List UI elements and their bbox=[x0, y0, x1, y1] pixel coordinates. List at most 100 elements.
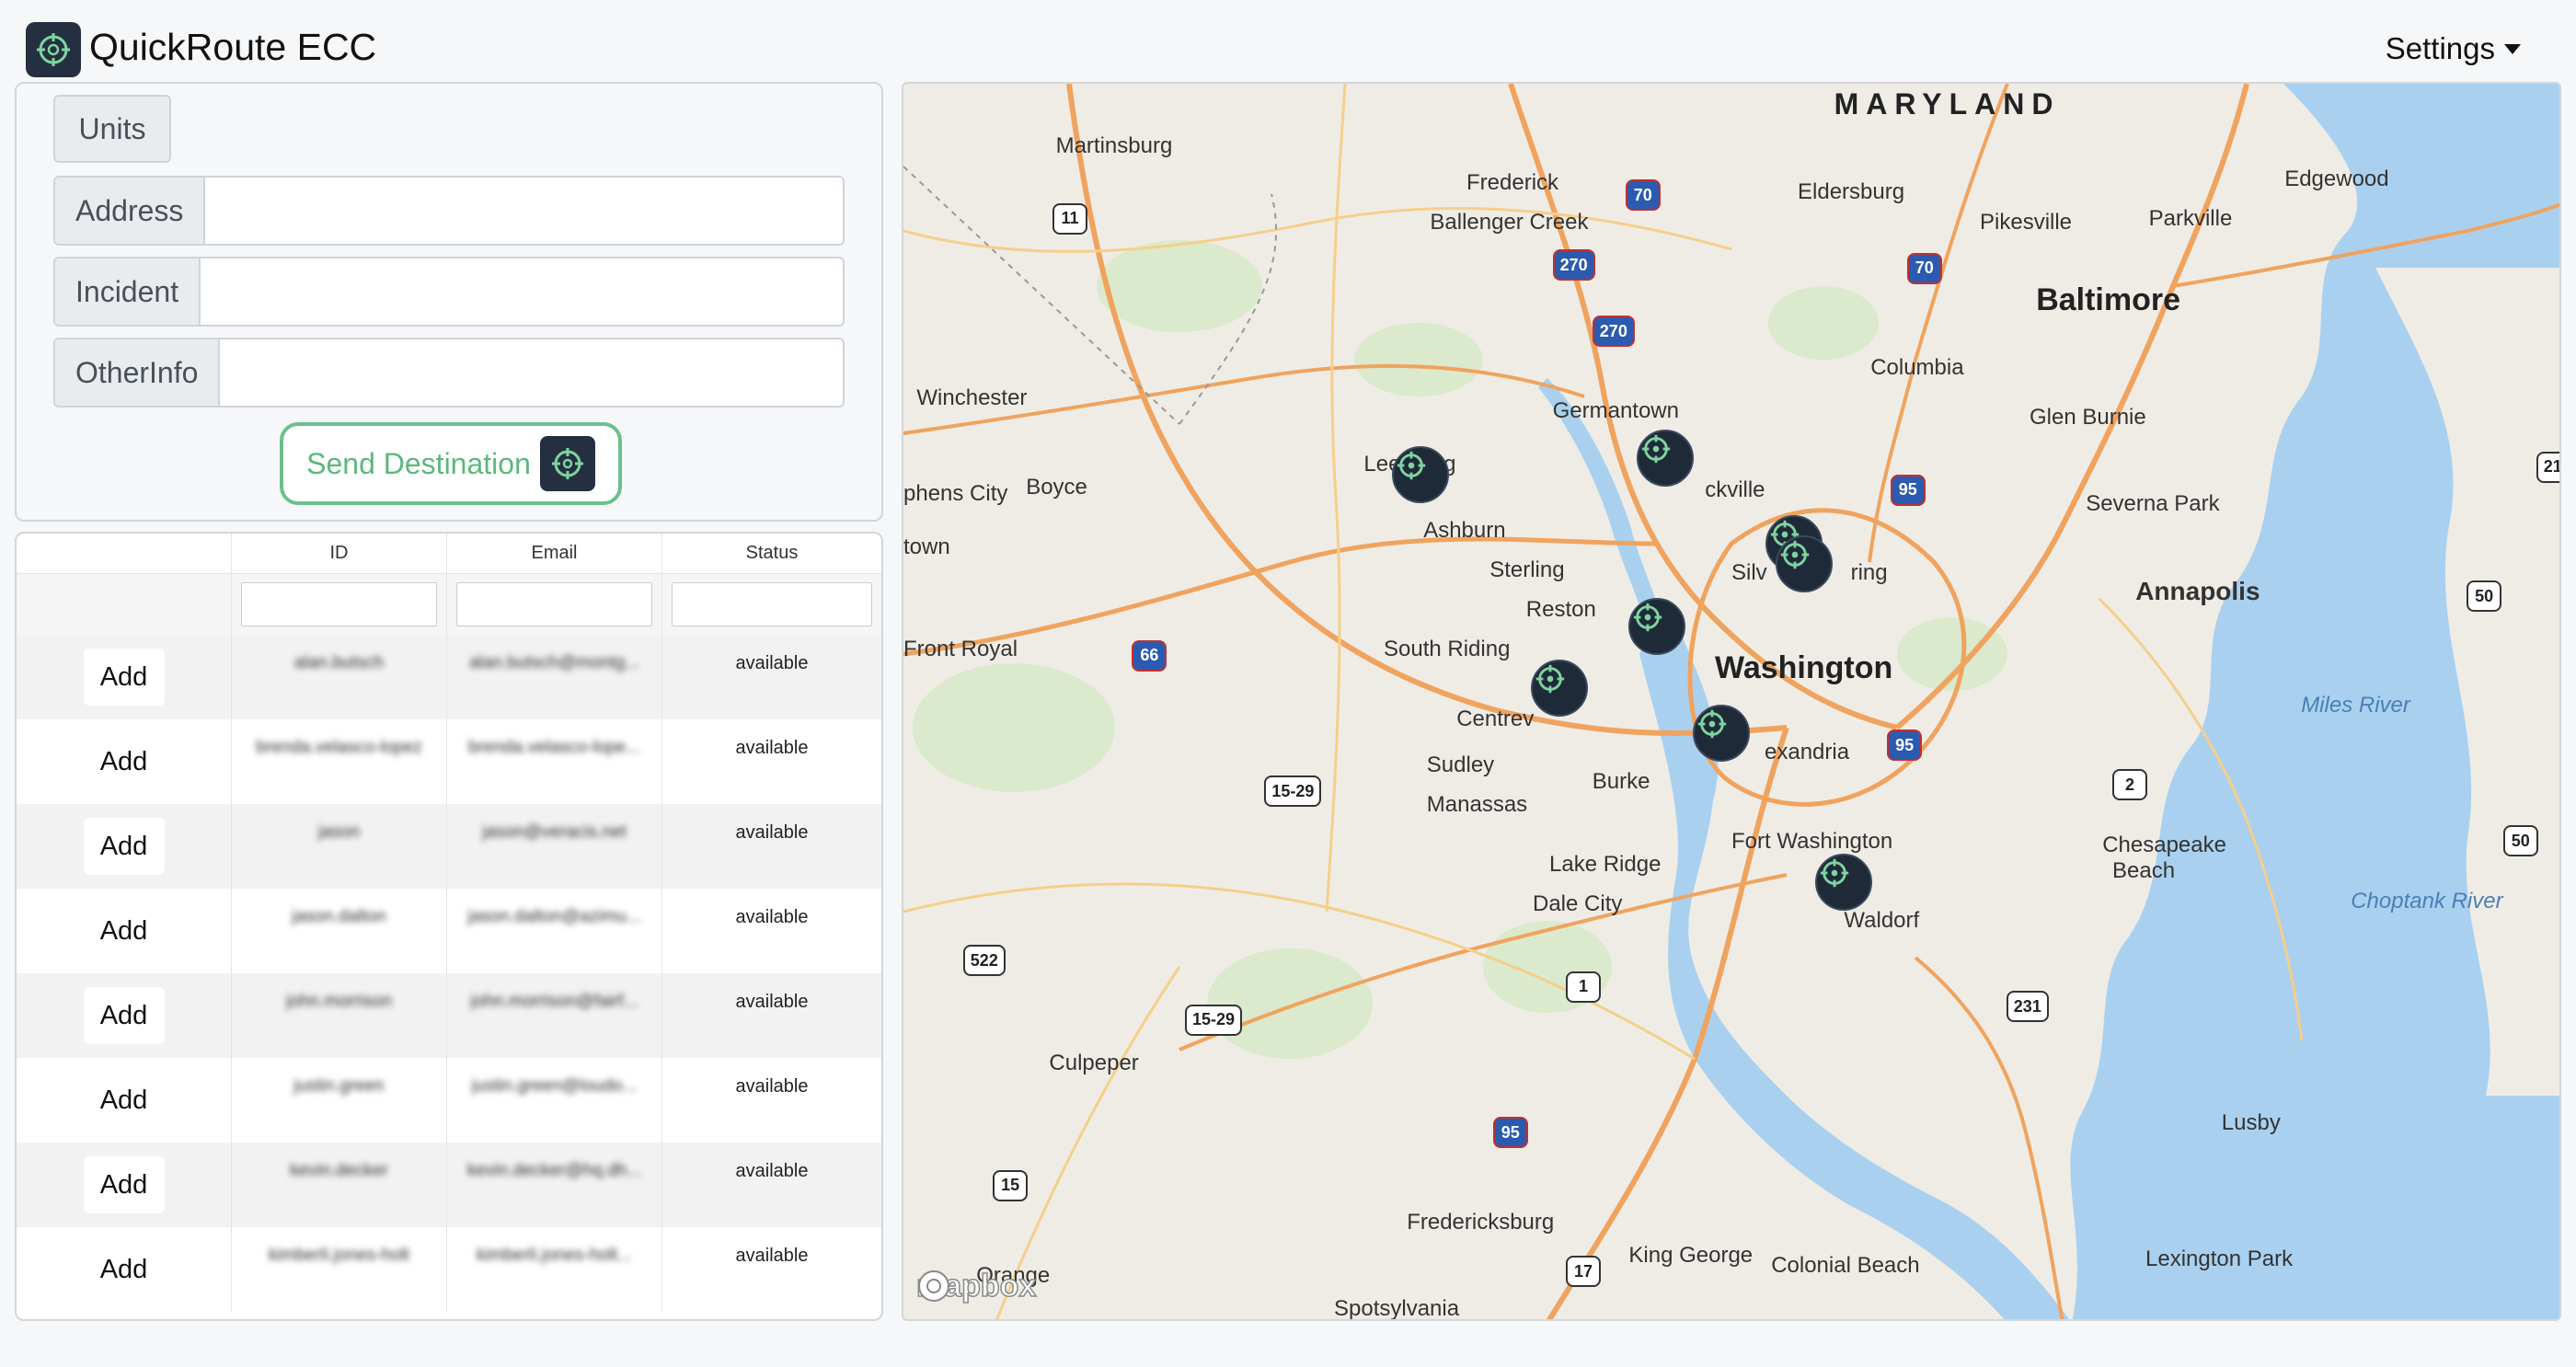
filter-cell-status bbox=[662, 574, 881, 635]
route-shield: 50 bbox=[2502, 825, 2538, 857]
settings-label: Settings bbox=[2385, 31, 2495, 65]
map-label: Washington bbox=[1715, 649, 1893, 685]
unit-marker-icon[interactable] bbox=[1815, 853, 1873, 911]
incident-input[interactable] bbox=[201, 258, 843, 325]
add-unit-button[interactable]: Add bbox=[84, 733, 165, 790]
add-unit-button[interactable]: Add bbox=[83, 987, 165, 1044]
route-shield: 522 bbox=[962, 945, 1006, 976]
map-label: Beach bbox=[2112, 858, 2176, 884]
map-label: Ashburn bbox=[1423, 517, 1506, 543]
map-label: Annapolis bbox=[2135, 577, 2260, 606]
unit-email: jason.dalton@azimu... bbox=[467, 907, 641, 926]
unit-email: justin.green@loudo... bbox=[471, 1076, 638, 1096]
settings-dropdown[interactable]: Settings bbox=[2386, 31, 2521, 66]
route-shield: 95 bbox=[1890, 474, 1926, 506]
map-label: Winchester bbox=[916, 385, 1028, 410]
id-filter-input[interactable] bbox=[241, 582, 437, 626]
add-unit-button[interactable]: Add bbox=[84, 1072, 165, 1129]
route-shield: 231 bbox=[2006, 991, 2049, 1023]
status-filter-input[interactable] bbox=[672, 582, 872, 626]
unit-email: alan.butsch@montg... bbox=[468, 653, 640, 672]
route-shield: 95 bbox=[1492, 1117, 1528, 1149]
map-label: Martinsburg bbox=[1055, 133, 1173, 158]
unit-status: available bbox=[735, 1161, 809, 1181]
status-cell: available bbox=[662, 889, 881, 973]
mapbox-logo[interactable]: mapbox bbox=[915, 1268, 1037, 1304]
filter-cell-email bbox=[447, 574, 662, 635]
app-title[interactable]: QuickRoute ECC bbox=[89, 26, 376, 69]
filter-cell-id bbox=[232, 574, 447, 635]
map-label: exandria bbox=[1765, 739, 1850, 764]
column-header-id[interactable]: ID bbox=[232, 534, 447, 573]
id-cell: brenda.velasco-lopez bbox=[232, 719, 447, 804]
route-shield: 70 bbox=[1625, 179, 1661, 212]
otherinfo-input[interactable] bbox=[220, 339, 843, 406]
send-destination-button[interactable]: Send Destination bbox=[280, 422, 622, 505]
map-label: Fredericksburg bbox=[1407, 1210, 1555, 1235]
column-header-email[interactable]: Email bbox=[447, 534, 662, 573]
table-row: Add jason jason@veracis.net available bbox=[17, 804, 881, 889]
incident-group: Incident bbox=[53, 257, 845, 327]
status-cell: available bbox=[662, 1143, 881, 1227]
map-label: Burke bbox=[1592, 769, 1650, 795]
address-group: Address bbox=[53, 176, 845, 246]
action-cell: Add bbox=[17, 1227, 232, 1312]
unit-marker-icon[interactable] bbox=[1530, 660, 1588, 717]
destination-form: Units Address Incident OtherInfo Send De… bbox=[15, 82, 883, 522]
map-label: Germantown bbox=[1552, 398, 1679, 423]
map-label: Pikesville bbox=[1980, 209, 2073, 235]
id-cell: justin.green bbox=[232, 1058, 447, 1143]
map-label: Ballenger Creek bbox=[1430, 209, 1589, 235]
navbar: QuickRoute ECC Settings bbox=[0, 0, 2576, 81]
route-shield: 15-29 bbox=[1264, 775, 1322, 808]
mapbox-logo-icon bbox=[918, 1270, 949, 1302]
email-cell: justin.green@loudo... bbox=[447, 1058, 662, 1143]
route-shield: 15-29 bbox=[1185, 1004, 1243, 1036]
map-label: Edgewood bbox=[2284, 167, 2389, 191]
map-label: ckville bbox=[1705, 477, 1765, 503]
otherinfo-label: OtherInfo bbox=[55, 339, 221, 406]
route-shield: 17 bbox=[1566, 1256, 1601, 1288]
unit-marker-icon[interactable] bbox=[1776, 535, 1834, 592]
map[interactable]: Martinsburg Frederick Ballenger Creek Elder… bbox=[902, 82, 2561, 1321]
incident-label: Incident bbox=[55, 258, 201, 325]
add-unit-button[interactable]: Add bbox=[83, 818, 165, 875]
table-row: Add brenda.velasco-lopez brenda.velasco-lo… bbox=[17, 719, 881, 804]
unit-marker-icon[interactable] bbox=[1637, 429, 1694, 487]
add-unit-button[interactable]: Add bbox=[84, 1241, 165, 1298]
otherinfo-group: OtherInfo bbox=[53, 338, 845, 408]
address-input[interactable] bbox=[205, 178, 843, 244]
add-unit-button[interactable]: Add bbox=[84, 902, 165, 959]
unit-status: available bbox=[735, 907, 809, 927]
unit-id: jason.dalton bbox=[292, 907, 386, 926]
unit-marker-icon[interactable] bbox=[1628, 598, 1685, 656]
map-label: Lake Ridge bbox=[1549, 852, 1662, 878]
status-cell: available bbox=[662, 719, 881, 804]
email-filter-input[interactable] bbox=[456, 582, 652, 626]
add-unit-button[interactable]: Add bbox=[83, 649, 165, 706]
map-label: Reston bbox=[1525, 597, 1596, 622]
unit-status: available bbox=[735, 1246, 809, 1266]
map-label: Silv bbox=[1731, 560, 1767, 586]
unit-marker-icon[interactable] bbox=[1391, 445, 1449, 503]
app-logo-icon[interactable] bbox=[26, 22, 81, 77]
action-cell: Add bbox=[17, 973, 232, 1058]
address-label: Address bbox=[55, 178, 206, 244]
unit-status: available bbox=[735, 822, 809, 843]
action-cell: Add bbox=[17, 1143, 232, 1227]
route-shield: 1 bbox=[1566, 971, 1601, 1003]
add-unit-button[interactable]: Add bbox=[83, 1156, 165, 1213]
map-label: Glen Burnie bbox=[2030, 405, 2146, 431]
filter-cell-empty bbox=[17, 574, 232, 635]
column-header-status[interactable]: Status bbox=[662, 534, 881, 573]
table-row: Add kimberli.jones-holt kimberli.jones-hol… bbox=[17, 1227, 881, 1312]
unit-id: kevin.decker bbox=[290, 1161, 388, 1180]
route-shield: 213 bbox=[2536, 451, 2559, 483]
map-label: Columbia bbox=[1870, 355, 1964, 381]
route-shield: 50 bbox=[2467, 580, 2502, 612]
unit-marker-icon[interactable] bbox=[1693, 704, 1751, 762]
map-label: Culpeper bbox=[1049, 1051, 1139, 1076]
unit-email: kimberli.jones-holt... bbox=[477, 1246, 632, 1265]
units-button[interactable]: Units bbox=[53, 95, 171, 163]
route-shield: 270 bbox=[1592, 316, 1635, 347]
